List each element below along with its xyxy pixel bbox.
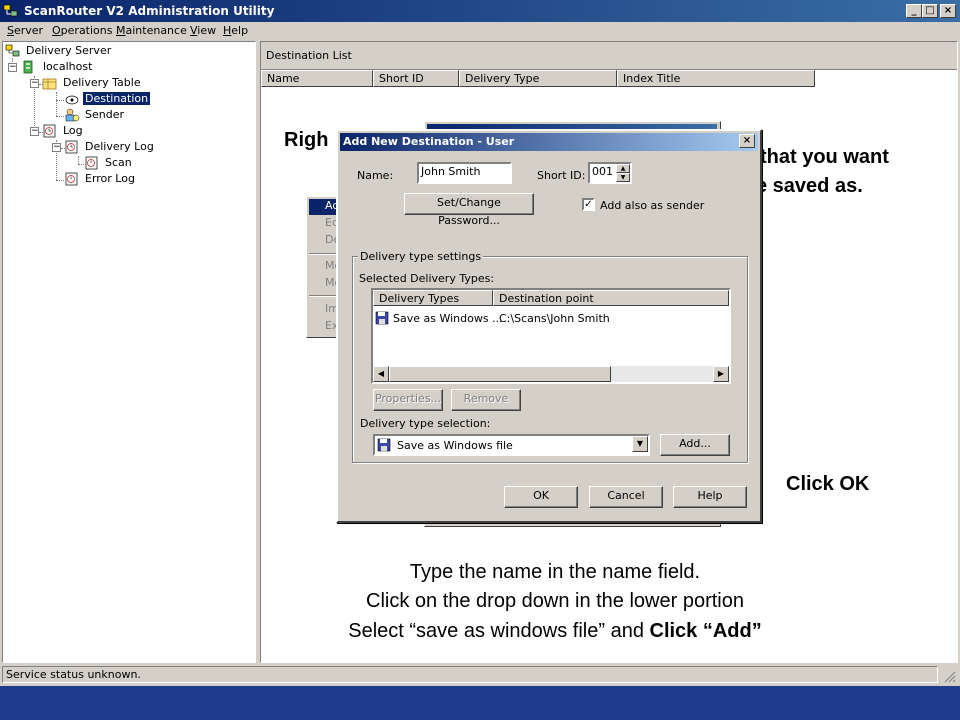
horizontal-scrollbar[interactable]: ◀ ▶ [373, 366, 729, 382]
scroll-left-icon[interactable]: ◀ [373, 366, 389, 382]
log-book-icon [64, 172, 80, 186]
overlay-text-line1: that you want [760, 146, 889, 168]
menu-view[interactable]: View [190, 24, 216, 37]
overlay-heading-fragment: Righ [284, 129, 329, 151]
server-icon [22, 60, 38, 74]
instruction-line-3-bold: Click “Add” [649, 620, 762, 642]
set-change-password-button[interactable]: Set/Change Password... [404, 193, 534, 227]
name-field[interactable]: John Smith [417, 162, 512, 184]
instruction-line-1: Type the name in the name field. [409, 561, 701, 583]
column-header-index-title[interactable]: Index Title [617, 70, 815, 87]
list-cell-point: C:\Scans\John Smith [499, 312, 610, 325]
add-delivery-type-button[interactable]: Add... [660, 434, 730, 456]
status-text: Service status unknown. [2, 666, 938, 683]
log-book-icon [42, 124, 58, 138]
panel-title: Destination List [266, 49, 352, 62]
title-bar: ScanRouter V2 Administration Utility _ □… [0, 0, 960, 22]
spin-up-icon[interactable]: ▲ [616, 164, 630, 173]
delivery-type-selection-label: Delivery type selection: [360, 417, 491, 430]
instruction-line-3-text: Select “save as windows file” and [348, 620, 650, 642]
sender-icon [64, 108, 80, 122]
server-tree: Delivery Server − localhost − Delivery T… [2, 41, 256, 663]
overlay-click-ok: Click OK [786, 473, 870, 495]
collapse-log-toggle[interactable]: − [30, 127, 39, 136]
destination-list-header: Destination List [261, 42, 957, 70]
selected-types-label: Selected Delivery Types: [359, 272, 495, 285]
table-folder-icon [42, 76, 58, 90]
column-headers: Name Short ID Delivery Type Index Title [261, 70, 957, 87]
server-network-icon [5, 44, 21, 58]
help-button[interactable]: Help [673, 486, 747, 508]
log-book-icon [84, 156, 100, 170]
cancel-button[interactable]: Cancel [589, 486, 663, 508]
collapse-localhost-toggle[interactable]: − [8, 63, 17, 72]
list-cell-type: Save as Windows ... [393, 312, 503, 325]
menu-maintenance[interactable]: Maintenance [116, 24, 187, 37]
maximize-button[interactable]: □ [922, 4, 938, 18]
delivery-type-dropdown[interactable]: Save as Windows file ▼ [373, 434, 650, 456]
status-bar: Service status unknown. [0, 665, 960, 684]
resize-grip-icon[interactable] [942, 669, 956, 683]
scroll-thumb[interactable] [389, 366, 611, 382]
column-header-short-id[interactable]: Short ID [373, 70, 459, 87]
overlay-text-line2: e saved as. [756, 175, 863, 197]
menu-help[interactable]: Help [223, 24, 248, 37]
list-header-destination-point[interactable]: Destination point [493, 290, 729, 306]
dialog-title-bar: Add New Destination - User × [340, 133, 758, 151]
window-title: ScanRouter V2 Administration Utility [24, 4, 275, 18]
app-icon [3, 3, 19, 19]
dialog-close-button[interactable]: × [739, 134, 755, 148]
save-disk-icon [377, 438, 393, 455]
list-header-delivery-types[interactable]: Delivery Types [373, 290, 493, 306]
selected-delivery-types-list[interactable]: Delivery Types Destination point Save as… [371, 288, 731, 384]
ok-button[interactable]: OK [504, 486, 578, 508]
dialog-title: Add New Destination - User [343, 135, 515, 148]
column-header-name[interactable]: Name [261, 70, 373, 87]
instruction-line-3: Select “save as windows file” and Click … [260, 620, 850, 643]
menu-server[interactable]: Server [7, 24, 43, 37]
minimize-button[interactable]: _ [906, 4, 922, 18]
add-sender-checkbox[interactable]: ✓ [582, 198, 595, 211]
menu-bar: Server Operations Maintenance View Help [0, 22, 960, 40]
instruction-line-2: Click on the drop down in the lower port… [366, 590, 744, 612]
log-book-icon [64, 140, 80, 154]
group-title: Delivery type settings [358, 250, 484, 263]
collapse-delivery-table-toggle[interactable]: − [30, 79, 39, 88]
list-item[interactable]: Save as Windows ... C:\Scans\John Smith [375, 311, 727, 327]
chevron-down-icon[interactable]: ▼ [632, 436, 648, 452]
column-header-delivery-type[interactable]: Delivery Type [459, 70, 617, 87]
collapse-delivery-log-toggle[interactable]: − [52, 143, 61, 152]
save-disk-icon [375, 311, 391, 328]
short-id-label: Short ID: [537, 169, 586, 182]
spin-down-icon[interactable]: ▼ [616, 173, 630, 182]
add-destination-dialog: Add New Destination - User × Name: John … [336, 129, 762, 523]
menu-operations[interactable]: Operations [52, 24, 113, 37]
short-id-value: 001 [592, 165, 613, 178]
add-sender-label: Add also as sender [600, 199, 705, 212]
slide-footer-band [0, 686, 960, 720]
name-label: Name: [357, 169, 394, 182]
properties-button[interactable]: Properties... [373, 389, 443, 411]
scroll-right-icon[interactable]: ▶ [713, 366, 729, 382]
remove-button[interactable]: Remove [451, 389, 521, 411]
close-button[interactable]: × [940, 4, 956, 18]
destination-icon [64, 92, 80, 106]
dropdown-selected-value: Save as Windows file [397, 439, 513, 452]
